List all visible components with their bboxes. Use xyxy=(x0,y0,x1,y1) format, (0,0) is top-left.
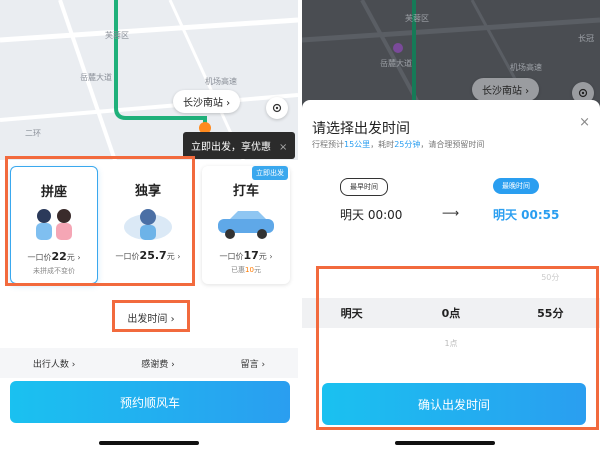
option-passengers[interactable]: 出行人数 › xyxy=(33,357,75,370)
locate-button[interactable] xyxy=(266,97,288,119)
sheet-title: 请选择出发时间 xyxy=(312,121,410,137)
card-carpool[interactable]: 拼座 一口价22元 › 未拼成不变价 xyxy=(10,166,98,284)
private-illustration-icon xyxy=(120,205,176,241)
crosshair-icon xyxy=(272,103,282,113)
confirm-time-button[interactable]: 确认出发时间 xyxy=(322,383,586,425)
card-title: 拼座 xyxy=(40,185,67,200)
trip-estimate: 行程预计15公里，耗时25分钟，请合理预留时间 xyxy=(312,140,485,149)
carpool-illustration-icon xyxy=(26,206,82,242)
card-note: 未拼成不变价 xyxy=(33,267,75,275)
earliest-time-value: 明天 00:00 xyxy=(340,208,403,222)
depart-time-button[interactable]: 出发时间 › xyxy=(113,302,189,332)
right-screen: 芙蓉区 岳麓大道 机场高速 长冠 长沙南站 › 请选择出发时间 × 行程预计15… xyxy=(302,0,600,450)
station-pill[interactable]: 长沙南站 › xyxy=(173,90,241,113)
map-label: 芙蓉区 xyxy=(405,14,429,23)
map-view-dimmed: 芙蓉区 岳麓大道 机场高速 长冠 长沙南站 › xyxy=(302,0,600,110)
card-taxi[interactable]: 打车 一口价17元 › 已惠10元 xyxy=(202,166,290,284)
earliest-time-tag: 最早时间 xyxy=(340,178,388,196)
home-indicator xyxy=(99,441,199,445)
promo-tooltip: 立即出发，享优惠 × xyxy=(183,132,296,159)
close-icon[interactable]: × xyxy=(579,115,590,130)
card-price: 一口价17元 › xyxy=(219,249,273,262)
option-tip[interactable]: 感谢费 › xyxy=(141,357,174,370)
latest-time-tag[interactable]: 最晚时间 xyxy=(493,178,539,194)
pin-icon xyxy=(393,43,403,53)
time-wheel-picker[interactable]: 50分 明天 0点 55分 1点 xyxy=(302,273,600,388)
card-price: 一口价25.7元 › xyxy=(115,249,181,262)
card-title: 独享 xyxy=(134,184,161,199)
taxi-car-icon xyxy=(214,205,278,241)
map-roads xyxy=(302,0,600,110)
map-label: 芙蓉区 xyxy=(105,31,129,40)
option-message[interactable]: 留言 › xyxy=(241,357,265,370)
crosshair-icon xyxy=(578,88,588,98)
map-label: 岳麓大道 xyxy=(80,73,112,82)
time-picker-sheet: 请选择出发时间 × 行程预计15公里，耗时25分钟，请合理预留时间 最早时间 最… xyxy=(302,100,600,450)
latest-time-value: 明天 00:55 xyxy=(493,208,560,222)
home-indicator xyxy=(395,441,495,445)
map-label: 长冠 xyxy=(578,34,594,43)
picker-row-selected[interactable]: 明天 0点 55分 xyxy=(302,305,600,321)
station-pill: 长沙南站 › xyxy=(472,78,540,101)
card-price: 一口价22元 › xyxy=(27,250,81,263)
options-bar: 出行人数 › 感谢费 › 留言 › xyxy=(0,348,298,378)
card-title: 打车 xyxy=(232,184,259,199)
card-note: 已惠10元 xyxy=(231,266,261,274)
map-label: 机场高速 xyxy=(205,77,237,86)
close-icon[interactable]: × xyxy=(279,142,287,153)
ride-type-cards: 拼座 一口价22元 › 未拼成不变价 独享 一口价25.7元 › 打车 一口价1… xyxy=(0,160,298,300)
left-screen: 芙蓉区 岳麓大道 机场高速 二环 长沙南站 › 立即出发，享优惠 × 拼座 一口价… xyxy=(0,0,298,450)
book-ride-button[interactable]: 预约顺风车 xyxy=(10,381,290,423)
map-label: 二环 xyxy=(25,129,41,138)
instant-depart-badge: 立即出发 xyxy=(252,166,288,180)
map-label: 机场高速 xyxy=(510,63,542,72)
picker-row-above: 50分 xyxy=(541,273,560,282)
tooltip-text: 立即出发，享优惠 xyxy=(191,142,271,153)
card-private[interactable]: 独享 一口价25.7元 › xyxy=(104,166,192,284)
map-label: 岳麓大道 xyxy=(380,59,412,68)
arrow-right-icon: ⟶ xyxy=(442,206,460,220)
picker-row-below: 1点 xyxy=(444,339,458,348)
